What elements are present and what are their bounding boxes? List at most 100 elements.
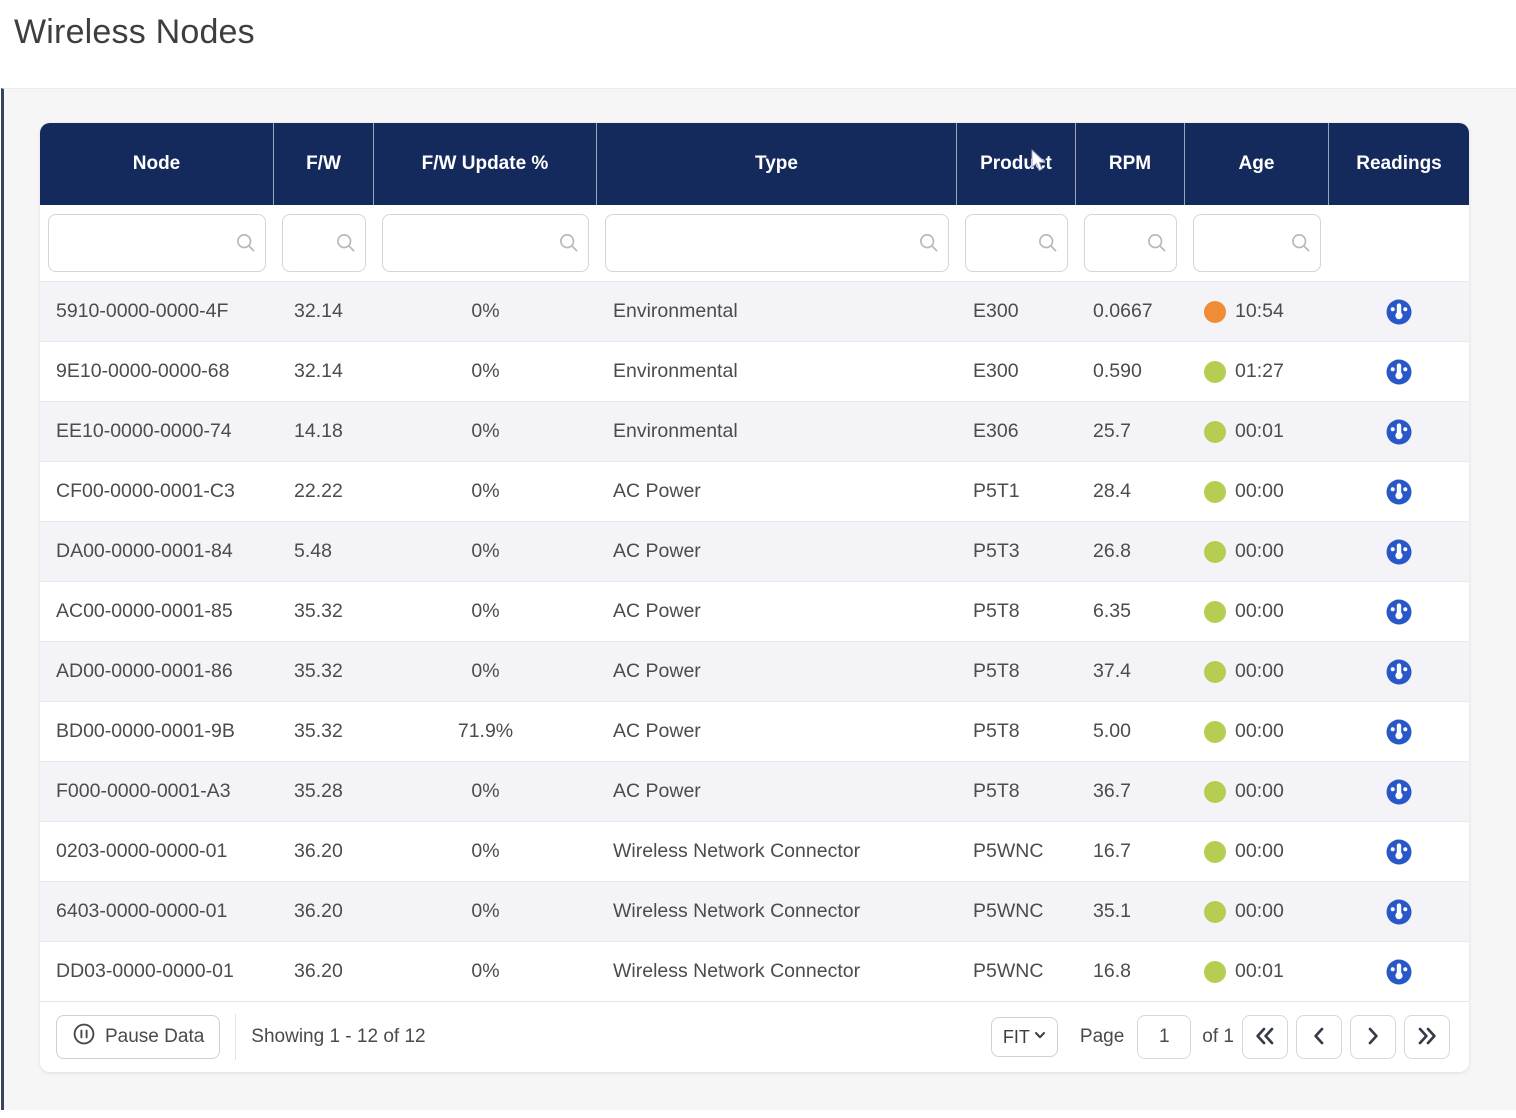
readings-gauge-icon[interactable] (1384, 717, 1414, 747)
table-row: 6403-0000-0000-01 36.20 0% Wireless Netw… (40, 881, 1469, 941)
age-value: 00:01 (1235, 960, 1284, 983)
readings-cell (1329, 942, 1469, 1001)
age-status-dot (1204, 481, 1226, 503)
age-cell: 00:01 (1185, 402, 1329, 461)
table-row: BD00-0000-0001-9B 35.32 71.9% AC Power P… (40, 701, 1469, 761)
table-filter-row (40, 205, 1469, 281)
table-body: 5910-0000-0000-4F 32.14 0% Environmental… (40, 281, 1469, 1001)
node-cell: 5910-0000-0000-4F (40, 282, 274, 341)
column-header-type[interactable]: Type (597, 123, 957, 205)
readings-gauge-icon[interactable] (1384, 957, 1414, 987)
table-row: 9E10-0000-0000-68 32.14 0% Environmental… (40, 341, 1469, 401)
product-cell: P5T8 (957, 642, 1076, 701)
filter-input-f-w[interactable] (282, 214, 366, 272)
table-row: 5910-0000-0000-4F 32.14 0% Environmental… (40, 281, 1469, 341)
table-row: EE10-0000-0000-74 14.18 0% Environmental… (40, 401, 1469, 461)
firmware-update-cell: 0% (374, 282, 597, 341)
readings-gauge-icon[interactable] (1384, 357, 1414, 387)
page-size-value: FIT (1003, 1027, 1030, 1048)
firmware-update-cell: 0% (374, 462, 597, 521)
column-header-rpm[interactable]: RPM (1076, 123, 1185, 205)
product-cell: E300 (957, 282, 1076, 341)
rpm-cell: 0.590 (1076, 342, 1185, 401)
type-cell: Wireless Network Connector (597, 942, 957, 1001)
table-footer: Pause Data Showing 1 - 12 of 12 FIT Page… (40, 1001, 1469, 1072)
filter-cell-f-w-update (374, 205, 597, 281)
firmware-update-cell: 0% (374, 522, 597, 581)
column-header-product[interactable]: Product (957, 123, 1076, 205)
column-header-age[interactable]: Age (1185, 123, 1329, 205)
readings-gauge-icon[interactable] (1384, 477, 1414, 507)
table-row: DA00-0000-0001-84 5.48 0% AC Power P5T3 … (40, 521, 1469, 581)
node-cell: DD03-0000-0000-01 (40, 942, 274, 1001)
readings-gauge-icon[interactable] (1384, 657, 1414, 687)
type-cell: AC Power (597, 762, 957, 821)
age-cell: 00:00 (1185, 702, 1329, 761)
last-page-button[interactable] (1404, 1015, 1450, 1059)
firmware-update-cell: 0% (374, 342, 597, 401)
type-cell: AC Power (597, 582, 957, 641)
filter-cell-product (957, 205, 1076, 281)
age-value: 00:00 (1235, 720, 1284, 743)
page-label: Page (1080, 1026, 1124, 1048)
first-page-button[interactable] (1242, 1015, 1288, 1059)
product-cell: P5WNC (957, 942, 1076, 1001)
filter-input-product[interactable] (965, 214, 1068, 272)
age-status-dot (1204, 721, 1226, 743)
firmware-cell: 5.48 (274, 522, 374, 581)
rpm-cell: 0.0667 (1076, 282, 1185, 341)
table-header-row: NodeF/WF/W Update %TypeProductRPMAgeRead… (40, 123, 1469, 205)
filter-input-age[interactable] (1193, 214, 1321, 272)
product-cell: E306 (957, 402, 1076, 461)
rpm-cell: 6.35 (1076, 582, 1185, 641)
readings-gauge-icon[interactable] (1384, 897, 1414, 927)
node-cell: 6403-0000-0000-01 (40, 882, 274, 941)
readings-gauge-icon[interactable] (1384, 597, 1414, 627)
node-cell: BD00-0000-0001-9B (40, 702, 274, 761)
readings-gauge-icon[interactable] (1384, 777, 1414, 807)
filter-input-type[interactable] (605, 214, 949, 272)
next-page-button[interactable] (1350, 1015, 1396, 1059)
filter-input-f-w-update[interactable] (382, 214, 589, 272)
first-page-icon (1253, 1025, 1277, 1050)
type-cell: Environmental (597, 402, 957, 461)
node-cell: CF00-0000-0001-C3 (40, 462, 274, 521)
readings-gauge-icon[interactable] (1384, 297, 1414, 327)
rpm-cell: 35.1 (1076, 882, 1185, 941)
column-header-f-w[interactable]: F/W (274, 123, 374, 205)
column-header-node[interactable]: Node (40, 123, 274, 205)
age-value: 00:00 (1235, 780, 1284, 803)
firmware-cell: 32.14 (274, 342, 374, 401)
readings-cell (1329, 882, 1469, 941)
firmware-cell: 32.14 (274, 282, 374, 341)
readings-gauge-icon[interactable] (1384, 537, 1414, 567)
age-cell: 00:00 (1185, 762, 1329, 821)
age-cell: 00:00 (1185, 582, 1329, 641)
next-page-icon (1361, 1025, 1385, 1050)
firmware-cell: 22.22 (274, 462, 374, 521)
filter-input-node[interactable] (48, 214, 266, 272)
age-status-dot (1204, 601, 1226, 623)
filter-cell-node (40, 205, 274, 281)
page-size-select[interactable]: FIT (991, 1017, 1058, 1057)
rpm-cell: 28.4 (1076, 462, 1185, 521)
readings-gauge-icon[interactable] (1384, 417, 1414, 447)
page-number-input[interactable] (1137, 1015, 1191, 1059)
type-cell: Environmental (597, 342, 957, 401)
firmware-cell: 14.18 (274, 402, 374, 461)
readings-gauge-icon[interactable] (1384, 837, 1414, 867)
age-status-dot (1204, 421, 1226, 443)
firmware-update-cell: 0% (374, 402, 597, 461)
column-header-f-w-update[interactable]: F/W Update % (374, 123, 597, 205)
filter-cell-type (597, 205, 957, 281)
readings-cell (1329, 282, 1469, 341)
showing-range-text: Showing 1 - 12 of 12 (251, 1026, 425, 1048)
age-status-dot (1204, 961, 1226, 983)
filter-input-rpm[interactable] (1084, 214, 1177, 272)
age-cell: 00:00 (1185, 822, 1329, 881)
previous-page-button[interactable] (1296, 1015, 1342, 1059)
pause-data-button[interactable]: Pause Data (56, 1015, 220, 1059)
age-value: 01:27 (1235, 360, 1284, 383)
column-header-readings[interactable]: Readings (1329, 123, 1469, 205)
filter-cell-f-w (274, 205, 374, 281)
